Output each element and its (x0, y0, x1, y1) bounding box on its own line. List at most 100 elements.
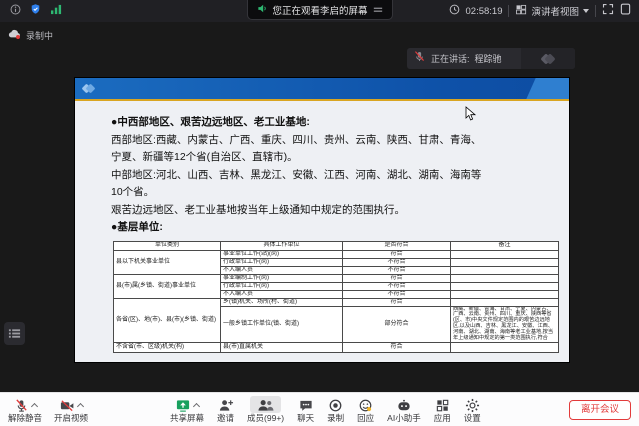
table-row: 各省(区)、地(市)、县(市)(乡镇、街道) 乡(镇)机关、场所(村、街道) 符… (114, 298, 559, 306)
mic-muted-icon (413, 50, 426, 68)
toolbar-left-group: 解除静音 开启视频 (8, 396, 88, 423)
view-mode-label: 演讲者视图 (531, 4, 579, 18)
robot-icon (396, 398, 412, 413)
leave-meeting-button[interactable]: 离开会议 (569, 400, 631, 420)
table-cell: 不入编人员 (221, 290, 343, 298)
table-cell (451, 274, 559, 282)
layout-grid-icon (515, 4, 527, 18)
fullscreen-icon[interactable] (602, 2, 614, 20)
table-cell: 部分符合 (343, 306, 451, 342)
table-cell: 不入编人员 (221, 266, 343, 274)
slide-bullet-grassroots: ●基层单位: (111, 219, 559, 237)
chat-bubble-icon (298, 398, 314, 413)
audio-speaker-icon (256, 1, 267, 19)
unmute-label: 解除静音 (8, 413, 42, 423)
speaker-video-thumbnail[interactable] (521, 48, 575, 69)
reaction-smiley-icon (358, 398, 373, 413)
table-cell: 乡(镇)机关、场所(村、街道) (221, 298, 343, 306)
slide-text-west-2: 宁夏、新疆等12个省(自治区、直辖市)。 (111, 149, 559, 167)
settings-button[interactable]: 设置 (464, 396, 481, 423)
presentation-stage: 录制中 正在讲话: 程踪驰 ●中西部地区、艰苦边远地区、老工业基地: 西部地区:… (0, 22, 639, 392)
apps-label: 应用 (434, 413, 451, 423)
table-header-cell: 单位类别 (114, 241, 221, 250)
chevron-down-icon (583, 9, 589, 13)
meeting-list-toggle-button[interactable] (4, 322, 25, 345)
table-cell: 行政单位工作(岗) (221, 282, 343, 290)
invite-label: 邀请 (217, 413, 234, 423)
apps-button[interactable]: 应用 (434, 396, 451, 423)
mic-options-chevron-icon[interactable] (30, 403, 37, 410)
share-options-chevron-icon[interactable] (193, 403, 200, 410)
top-bar-right: 02:58:19 演讲者视图 (449, 2, 639, 20)
encryption-shield-icon[interactable] (30, 2, 41, 20)
watching-screen-banner[interactable]: 您正在观看李启的屏幕 (246, 0, 392, 20)
table-cell: 符合 (343, 298, 451, 306)
start-video-label: 开启视频 (54, 413, 88, 423)
invite-person-icon (218, 398, 234, 413)
table-cell-unit: 县(市)属(乡镇、街道)事业单位 (114, 274, 221, 298)
table-cell-remark: 西藏、新疆、青海、甘肃、宁夏、内蒙古、广西、云南、贵州、四川、重庆、陕西等省(区… (451, 306, 559, 342)
reactions-label: 回应 (357, 413, 374, 423)
table-cell: 行政单位工作(岗) (221, 258, 343, 266)
recording-label: 录制中 (26, 29, 53, 42)
shared-slide: ●中西部地区、艰苦边远地区、老工业基地: 西部地区:西藏、内蒙古、广西、重庆、四… (75, 78, 569, 362)
meeting-window: 您正在观看李启的屏幕 02:58:19 演讲者视图 录制中 正在讲话: 程 (0, 0, 639, 426)
speaker-name: 程踪驰 (475, 52, 502, 65)
table-row: 不含省(市、区级)机关(构) 县(市)直属机关 符合 (114, 342, 559, 352)
table-cell: 符合 (343, 250, 451, 258)
reactions-button[interactable]: 回应 (357, 396, 374, 423)
share-screen-button[interactable]: 共享屏幕 (170, 396, 204, 423)
toolbar-center-group: 共享屏幕 邀请 成员(99+) 聊天 录制 回应 (170, 396, 481, 423)
slide-bullet-regions: ●中西部地区、艰苦边远地区、老工业基地: (111, 114, 559, 132)
table-header-cell: 具体工作单位 (221, 241, 343, 250)
table-cell: 事业单位工作(站)(岗) (221, 250, 343, 258)
table-header-row: 单位类别 具体工作单位 是否符合 备注 (114, 241, 559, 250)
view-mode-switcher[interactable]: 演讲者视图 (515, 4, 589, 18)
slide-table: 单位类别 具体工作单位 是否符合 备注 县以下机关事业单位 事业单位工作(站)(… (113, 241, 559, 353)
invite-button[interactable]: 邀请 (217, 396, 234, 423)
record-label: 录制 (327, 413, 344, 423)
table-cell: 一般乡镇工作单位(镇、街道) (221, 306, 343, 342)
top-bar: 您正在观看李启的屏幕 02:58:19 演讲者视图 (0, 0, 639, 22)
start-video-button[interactable]: 开启视频 (54, 396, 88, 423)
unmute-button[interactable]: 解除静音 (8, 396, 42, 423)
table-cell (451, 342, 559, 352)
camera-off-icon (59, 398, 75, 413)
table-cell (451, 258, 559, 266)
active-speaker-bar[interactable]: 正在讲话: 程踪驰 (407, 48, 575, 69)
banner-options-icon[interactable] (373, 1, 383, 19)
table-cell: 县(市)直属机关 (221, 342, 343, 352)
divider (508, 5, 509, 17)
bottom-toolbar: 解除静音 开启视频 共享屏幕 邀请 (0, 392, 639, 426)
table-cell (451, 250, 559, 258)
cloud-recording-icon (8, 28, 22, 42)
top-bar-left (0, 2, 63, 20)
table-header-cell: 备注 (451, 241, 559, 250)
settings-label: 设置 (464, 413, 481, 423)
table-cell: 符合 (343, 274, 451, 282)
meeting-info-icon[interactable] (10, 2, 21, 20)
table-cell: 不符合 (343, 266, 451, 274)
table-cell: 不符合 (343, 258, 451, 266)
chat-button[interactable]: 聊天 (297, 396, 314, 423)
slide-header-band (75, 78, 569, 99)
table-row: 县以下机关事业单位 事业单位工作(站)(岗) 符合 (114, 250, 559, 258)
clock-icon (449, 2, 460, 20)
members-button[interactable]: 成员(99+) (247, 396, 284, 423)
network-signal-icon (50, 2, 63, 20)
table-cell-unit: 不含省(市、区级)机关(构) (114, 342, 221, 352)
apps-grid-icon (435, 398, 450, 413)
table-cell: 符合 (343, 342, 451, 352)
share-screen-icon (175, 398, 191, 413)
table-cell: 不符合 (343, 282, 451, 290)
mouse-cursor-icon (465, 106, 477, 127)
floating-window-icon[interactable] (620, 2, 631, 20)
slide-text-central-2: 10个省。 (111, 184, 559, 202)
video-options-chevron-icon[interactable] (77, 403, 84, 410)
list-icon (8, 327, 21, 340)
ai-assistant-button[interactable]: AI小助手 (387, 396, 421, 423)
mic-muted-icon (14, 398, 29, 413)
slide-text-hardship: 艰苦边远地区、老工业基地按当年上级通知中规定的范围执行。 (111, 202, 559, 220)
record-button[interactable]: 录制 (327, 396, 344, 423)
table-header-cell: 是否符合 (343, 241, 451, 250)
